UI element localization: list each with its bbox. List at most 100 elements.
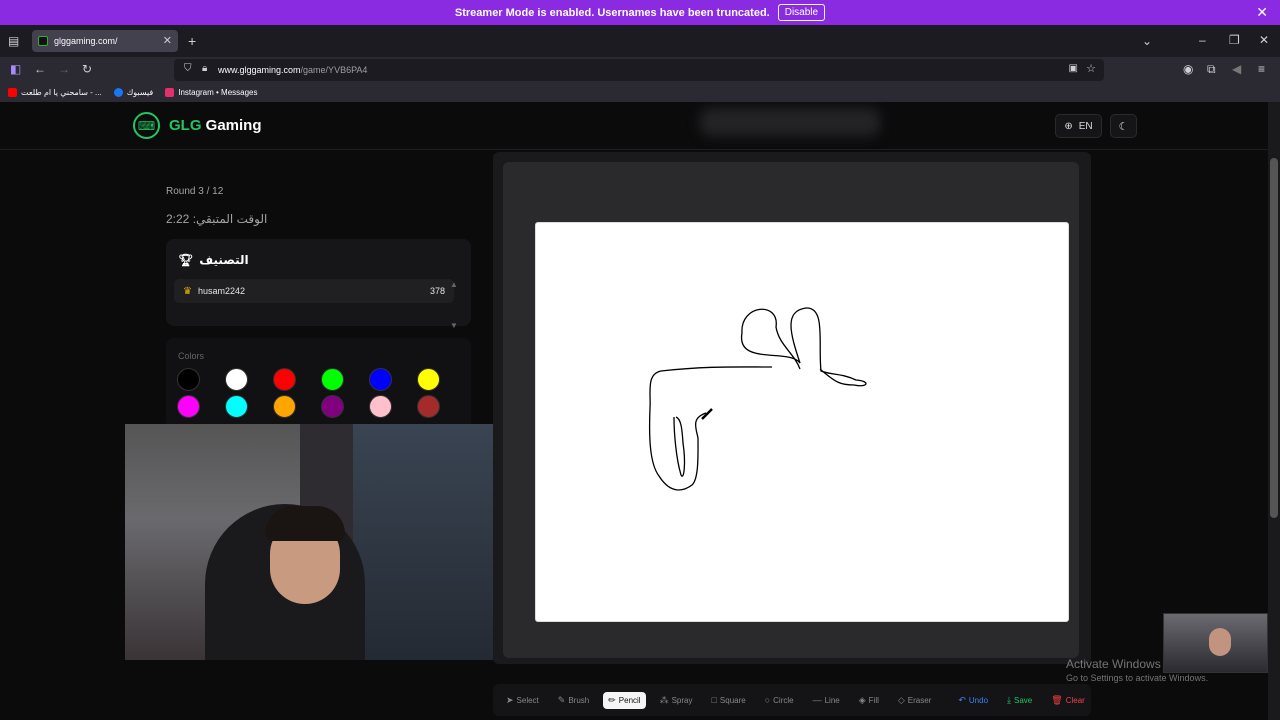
trophy-icon: 🏆︎	[178, 253, 194, 267]
ranking-title: 🏆︎ التصنيف	[178, 253, 249, 267]
close-tab-icon[interactable]: ✕	[163, 34, 172, 47]
bookmarks-bar: سامحني يا ام طلعت - ... فيسبوك Instagram…	[0, 83, 1280, 102]
color-swatch[interactable]	[369, 395, 392, 418]
fill-tool-button[interactable]: ◈ Fill	[854, 692, 884, 709]
address-bar[interactable]: ⛉ 🔒︎ www.glggaming.com/game/YVB6PA4 ▣ ☆	[174, 59, 1104, 81]
extensions-icon[interactable]: ⧉	[1207, 63, 1216, 75]
bookmark-label: فيسبوك	[126, 88, 154, 97]
drawing-toolbar: ➤ Select ✎ Brush ✏︎ Pencil ⁂ Spray □ Square ○…	[493, 684, 1091, 716]
player-score: 378	[429, 286, 445, 296]
lock-icon[interactable]: 🔒︎	[202, 64, 207, 74]
color-swatch[interactable]	[321, 395, 344, 418]
spray-icon: ⁂	[659, 694, 669, 705]
new-tab-icon[interactable]: +	[188, 34, 196, 48]
youtube-icon	[8, 88, 17, 97]
time-remaining: الوقت المتبقي: 2:22	[166, 212, 268, 226]
drawing-strokes	[648, 307, 867, 491]
chevron-up-icon[interactable]: ▲	[450, 280, 458, 289]
download-icon: ⤓	[1007, 694, 1012, 705]
reader-view-icon[interactable]: ▣	[1069, 64, 1078, 74]
disable-streamer-mode-button[interactable]: Disable	[777, 4, 826, 21]
gamepad-icon: ⌨	[133, 112, 160, 139]
scrollbar-thumb[interactable]	[1270, 158, 1278, 518]
color-swatch[interactable]	[417, 368, 440, 391]
moon-icon: ☾	[1118, 120, 1129, 133]
cursor-icon: ➤	[506, 694, 514, 705]
page-content: ⌨ GLG Gaming ⊕ EN ☾ Round 3 / 12 الوقت ا…	[0, 102, 1268, 720]
square-tool-button[interactable]: □ Square	[706, 692, 750, 708]
bookmark-item[interactable]: Instagram • Messages	[165, 88, 258, 97]
square-icon: □	[711, 695, 717, 705]
save-button[interactable]: ⤓ Save	[1002, 692, 1037, 709]
restore-icon[interactable]: ❐	[1229, 34, 1240, 46]
bookmark-label: سامحني يا ام طلعت - ...	[21, 88, 102, 97]
bookmark-item[interactable]: فيسبوك	[113, 88, 154, 97]
close-icon[interactable]: ✕	[1256, 4, 1268, 21]
bookmark-star-icon[interactable]: ☆	[1086, 64, 1096, 75]
sidebar-icon[interactable]: ◧	[10, 63, 21, 75]
site-logo[interactable]: ⌨ GLG Gaming	[133, 112, 262, 139]
undo-icon: ↶	[958, 694, 966, 705]
brush-tool-button[interactable]: ✎ Brush	[553, 692, 594, 709]
browser-tab-bar: ▤ glggaming.com/ ✕ + ⌄ – ❐ ✕	[0, 25, 1280, 57]
brand-name: GLG Gaming	[169, 117, 262, 134]
speaker-icon[interactable]: ◀	[1232, 63, 1241, 75]
webcam-overlay	[125, 424, 493, 660]
url-path: /game/YVB6PA4	[300, 65, 368, 75]
spray-tool-button[interactable]: ⁂ Spray	[655, 692, 698, 709]
bookmark-item[interactable]: سامحني يا ام طلعت - ...	[8, 88, 102, 97]
site-header: ⌨ GLG Gaming ⊕ EN ☾	[0, 102, 1268, 150]
mini-webcam-face	[1209, 628, 1231, 656]
theme-toggle-button[interactable]: ☾	[1110, 114, 1137, 138]
streamer-mode-banner: Streamer Mode is enabled. Usernames have…	[0, 0, 1280, 25]
reload-icon[interactable]: ↻	[82, 63, 92, 75]
back-arrow-icon[interactable]: ←	[34, 63, 46, 75]
color-swatch[interactable]	[273, 368, 296, 391]
color-swatch[interactable]	[321, 368, 344, 391]
menu-icon[interactable]: ≡	[1258, 63, 1265, 75]
circle-tool-button[interactable]: ○ Circle	[760, 692, 799, 708]
browser-tab[interactable]: glggaming.com/ ✕	[32, 30, 178, 52]
brush-icon: ✎	[557, 694, 566, 705]
undo-button[interactable]: ↶ Undo	[953, 692, 993, 709]
webcam-person-headset	[265, 506, 345, 541]
eraser-tool-button[interactable]: ◇ Eraser	[893, 692, 936, 709]
color-swatch[interactable]	[417, 395, 440, 418]
site-favicon-icon	[38, 36, 48, 46]
facebook-icon	[113, 88, 123, 97]
forward-arrow-icon[interactable]: →	[58, 63, 70, 75]
color-swatch[interactable]	[225, 368, 248, 391]
color-swatch[interactable]	[177, 395, 200, 418]
watermark-title: Activate Windows	[1066, 657, 1161, 671]
globe-icon: ⊕	[1064, 120, 1073, 132]
page-scrollbar[interactable]	[1268, 102, 1280, 720]
pencil-icon: ✏︎	[608, 694, 616, 705]
activate-windows-watermark: Activate Windows Go to Settings to activ…	[1066, 657, 1208, 683]
color-swatch[interactable]	[177, 368, 200, 391]
colors-label: Colors	[178, 351, 205, 361]
browser-navigation-bar: ◧ ← → ↻ ⛉ 🔒︎ www.glggaming.com/game/YVB6…	[0, 57, 1280, 83]
pencil-tool-button[interactable]: ✏︎ Pencil	[603, 691, 646, 709]
color-swatch[interactable]	[369, 368, 392, 391]
account-icon[interactable]: ◉	[1183, 63, 1193, 75]
shield-icon[interactable]: ⛉	[184, 64, 192, 74]
color-swatch[interactable]	[225, 395, 248, 418]
webcam-window-area	[353, 424, 493, 660]
watermark-subtitle: Go to Settings to activate Windows.	[1066, 673, 1209, 683]
clear-button[interactable]: 🗑︎ Clear	[1046, 692, 1090, 709]
language-button[interactable]: ⊕ EN	[1055, 114, 1102, 138]
chevron-down-icon[interactable]: ⌄	[1142, 35, 1152, 47]
player-row: ♛ husam2242 378	[174, 279, 454, 303]
select-tool-button[interactable]: ➤ Select	[501, 692, 544, 709]
tab-list-icon[interactable]: ▤	[8, 35, 19, 47]
banner-text: Streamer Mode is enabled. Usernames have…	[454, 6, 770, 19]
chevron-down-icon[interactable]: ▼	[450, 321, 458, 330]
window-close-icon[interactable]: ✕	[1259, 34, 1269, 46]
line-tool-button[interactable]: — Line	[808, 692, 845, 708]
round-indicator: Round 3 / 12	[166, 186, 224, 197]
minimize-icon[interactable]: –	[1199, 34, 1206, 46]
line-icon: —	[812, 695, 822, 705]
instagram-icon	[165, 88, 175, 97]
color-swatch[interactable]	[273, 395, 296, 418]
drawing-canvas[interactable]	[535, 222, 1069, 622]
